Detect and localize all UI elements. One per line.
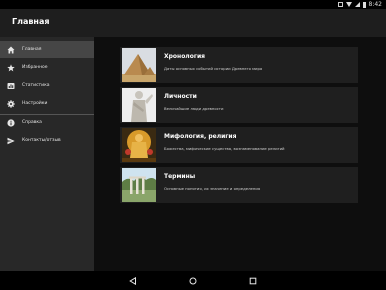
card-description: Божества, мифические существа, вознамено…	[164, 146, 285, 151]
notification-icon	[337, 2, 343, 7]
drawer-item-label: Контакты/отзыв	[22, 138, 61, 143]
card-description: Величайшие люди древности	[164, 106, 224, 111]
home-icon	[7, 46, 15, 54]
status-time: 8:42	[368, 1, 382, 8]
system-navigation-bar	[0, 271, 386, 290]
status-bar: 8:42	[0, 0, 386, 9]
drawer-item-label: Главная	[22, 47, 42, 52]
card-title: Термины	[164, 173, 196, 180]
star-icon	[7, 63, 15, 72]
pyramids-image	[122, 48, 156, 82]
card-description: Даты основных событий истории Древнего м…	[164, 66, 263, 71]
card-title: Хронология	[164, 53, 206, 60]
status-icons: 8:42	[337, 0, 382, 9]
drawer-item-label: Справка	[22, 120, 42, 125]
signal-icon	[354, 2, 360, 7]
drawer-item-label: Избранное	[22, 65, 48, 70]
drawer-item-help[interactable]: Справка	[0, 114, 94, 131]
drawer-item-label: Статистика	[22, 83, 50, 88]
app-bar: Главная	[0, 9, 386, 37]
drawer-item-favorites[interactable]: Избранное	[0, 59, 94, 76]
battery-icon	[362, 1, 366, 8]
info-icon	[7, 118, 15, 127]
gear-icon	[7, 99, 15, 108]
recents-icon[interactable]	[248, 276, 257, 285]
send-icon	[7, 137, 15, 145]
drawer-item-home[interactable]: Главная	[0, 41, 94, 58]
drawer-item-settings[interactable]: Настройки	[0, 95, 94, 112]
navigation-drawer: Главная Избранное Статистика Настройки С…	[0, 37, 94, 271]
page-title: Главная	[12, 17, 50, 26]
card-mythology[interactable]: Мифология, религия Божества, мифические …	[120, 127, 358, 163]
card-description: Основные понятия, их значение и определе…	[164, 186, 261, 191]
drawer-item-statistics[interactable]: Статистика	[0, 77, 94, 94]
drawer-item-label: Настройки	[22, 101, 48, 106]
statistics-icon	[7, 82, 15, 90]
back-icon[interactable]	[128, 276, 137, 285]
card-chronology[interactable]: Хронология Даты основных событий истории…	[120, 47, 358, 83]
home-nav-icon[interactable]	[188, 276, 197, 285]
card-title: Личности	[164, 93, 197, 100]
card-personalities[interactable]: Личности Величайшие люди древности	[120, 87, 358, 123]
card-terms[interactable]: Термины Основные понятия, их значение и …	[120, 167, 358, 203]
wifi-icon	[345, 2, 352, 7]
card-title: Мифология, религия	[164, 133, 237, 140]
ruins-image	[122, 168, 156, 202]
deity-image	[122, 128, 156, 162]
statue-image	[122, 88, 156, 122]
drawer-item-contacts[interactable]: Контакты/отзыв	[0, 132, 94, 149]
main-content: Хронология Даты основных событий истории…	[94, 37, 386, 271]
